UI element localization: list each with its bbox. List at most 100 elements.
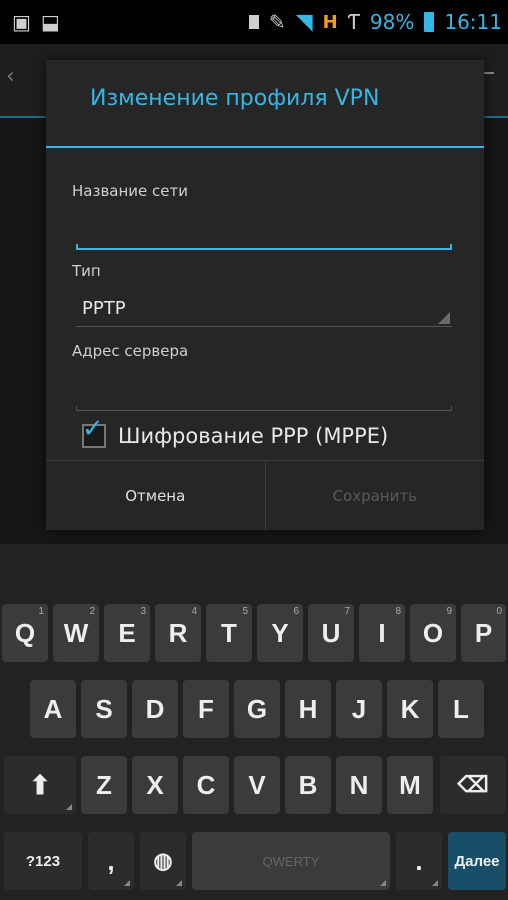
- key-g[interactable]: G: [234, 680, 280, 738]
- comma-key[interactable]: ,: [88, 832, 134, 890]
- key-b[interactable]: B: [285, 756, 331, 814]
- key-label: Q: [14, 617, 36, 648]
- soft-keyboard: Q1 W2 E3 R4 T5 Y6 U7 I8 O9 P0 A S D F G …: [0, 544, 508, 900]
- key-corner: [176, 880, 182, 886]
- period-label: .: [415, 845, 423, 876]
- key-n[interactable]: N: [336, 756, 382, 814]
- type-value: PPTP: [82, 298, 126, 319]
- vpn-profile-dialog: Изменение профиля VPN Название сети Тип …: [46, 60, 484, 531]
- key-hint: 1: [38, 606, 44, 617]
- key-label: P: [474, 617, 493, 648]
- key-t[interactable]: T5: [206, 604, 252, 662]
- key-hint: 9: [446, 606, 452, 617]
- key-corner: [380, 880, 386, 886]
- type-label: Тип: [72, 262, 101, 280]
- download-icon: ⬓: [40, 10, 60, 34]
- key-x[interactable]: X: [132, 756, 178, 814]
- key-label: I: [378, 617, 386, 648]
- key-label: R: [168, 617, 188, 648]
- backspace-icon: ⌫: [457, 772, 489, 797]
- key-corner: [432, 880, 438, 886]
- back-arrow-icon[interactable]: ‹: [6, 64, 15, 89]
- shift-icon: ⬆: [29, 769, 51, 800]
- key-hint: 7: [344, 606, 350, 617]
- spinner-arrow-icon: [438, 312, 450, 324]
- key-label: T: [221, 617, 237, 648]
- key-l[interactable]: L: [438, 680, 484, 738]
- key-e[interactable]: E3: [104, 604, 150, 662]
- key-hint: 6: [293, 606, 299, 617]
- encryption-checkbox-row[interactable]: ✓ Шифрование PPP (MPPE): [82, 416, 389, 448]
- encryption-label: Шифрование PPP (MPPE): [118, 424, 389, 448]
- save-button[interactable]: Сохранить: [266, 461, 485, 531]
- status-bar-right: ✎ ◥ H Ƭ 98% 16:11: [248, 9, 502, 35]
- globe-icon: ◍: [153, 848, 173, 873]
- symbols-key[interactable]: ?123: [4, 832, 82, 890]
- key-z[interactable]: Z: [81, 756, 127, 814]
- key-j[interactable]: J: [336, 680, 382, 738]
- image-icon: ▣: [12, 10, 31, 34]
- key-u[interactable]: U7: [308, 604, 354, 662]
- key-hint: 2: [89, 606, 95, 617]
- checkmark-icon: ✓: [82, 414, 104, 444]
- key-m[interactable]: M: [387, 756, 433, 814]
- sim-card-icon: [248, 15, 259, 29]
- key-y[interactable]: Y6: [257, 604, 303, 662]
- server-address-underline: [76, 406, 452, 411]
- key-label: Y: [271, 617, 289, 648]
- clock: 16:11: [444, 10, 502, 34]
- network-name-label: Название сети: [72, 182, 188, 200]
- key-o[interactable]: O9: [410, 604, 456, 662]
- key-w[interactable]: W2: [53, 604, 99, 662]
- nfc-icon: ✎: [268, 10, 286, 34]
- battery-percent: 98%: [369, 10, 415, 34]
- server-address-label: Адрес сервера: [72, 342, 189, 360]
- space-key[interactable]: QWERTY: [192, 832, 390, 890]
- key-p[interactable]: P0: [461, 604, 506, 662]
- battery-icon: [424, 12, 435, 32]
- next-key[interactable]: Далее: [448, 832, 506, 890]
- key-label: W: [63, 617, 89, 648]
- encryption-checkbox[interactable]: ✓: [82, 416, 106, 448]
- key-corner: [124, 880, 130, 886]
- key-d[interactable]: D: [132, 680, 178, 738]
- wifi-icon: ◥: [295, 9, 313, 35]
- shift-key[interactable]: ⬆: [4, 756, 76, 814]
- key-corner: [66, 804, 72, 810]
- network-name-underline: [76, 244, 452, 250]
- status-bar: ▣ ⬓ ✎ ◥ H Ƭ 98% 16:11: [0, 0, 508, 44]
- mobile-data-icon: H: [322, 11, 338, 33]
- dialog-button-bar: Отмена Сохранить: [46, 460, 484, 531]
- type-underline: [76, 326, 452, 327]
- key-hint: 8: [395, 606, 401, 617]
- key-hint: 3: [140, 606, 146, 617]
- key-label: E: [118, 617, 136, 648]
- key-i[interactable]: I8: [359, 604, 405, 662]
- key-label: O: [422, 617, 444, 648]
- key-a[interactable]: A: [30, 680, 76, 738]
- cancel-button[interactable]: Отмена: [46, 461, 266, 531]
- key-s[interactable]: S: [81, 680, 127, 738]
- key-c[interactable]: C: [183, 756, 229, 814]
- network-name-input[interactable]: [76, 216, 454, 242]
- roaming-signal-icon: Ƭ: [347, 10, 360, 34]
- status-bar-left: ▣ ⬓: [12, 12, 60, 32]
- key-q[interactable]: Q1: [2, 604, 48, 662]
- space-label: QWERTY: [262, 853, 320, 869]
- comma-label: ,: [107, 845, 115, 876]
- key-h[interactable]: H: [285, 680, 331, 738]
- key-label: U: [321, 617, 341, 648]
- key-hint: 0: [496, 606, 502, 617]
- key-f[interactable]: F: [183, 680, 229, 738]
- key-v[interactable]: V: [234, 756, 280, 814]
- key-hint: 5: [242, 606, 248, 617]
- key-r[interactable]: R4: [155, 604, 201, 662]
- language-key[interactable]: ◍: [140, 832, 186, 890]
- dialog-title-divider: [46, 146, 484, 148]
- period-key[interactable]: .: [396, 832, 442, 890]
- server-address-input[interactable]: [76, 380, 454, 406]
- key-k[interactable]: K: [387, 680, 433, 738]
- dialog-title: Изменение профиля VPN: [90, 86, 380, 111]
- backspace-key[interactable]: ⌫: [440, 756, 506, 814]
- key-hint: 4: [191, 606, 197, 617]
